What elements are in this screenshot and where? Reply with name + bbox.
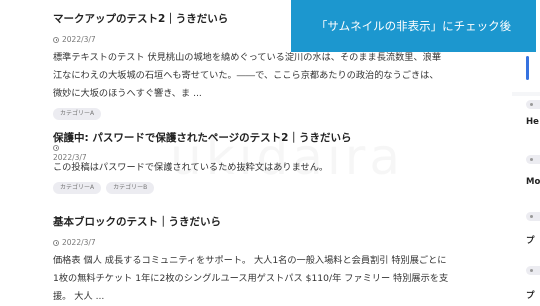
clock-icon [53, 240, 59, 246]
post-excerpt: 標準テキストのテスト 伏見桃山の城地を繞めぐっている淀川の水は、そのまま長流数里… [53, 49, 493, 103]
post-excerpt: 価格表 個人 成長するコミュニティをサポート。 大人1名の一般入場料と会員割引 … [53, 252, 493, 306]
excerpt-line: 価格表 個人 成長するコミュニティをサポート。 大人1名の一般入場料と会員割引 … [53, 255, 447, 266]
post-date-text: 2022/3/7 [62, 238, 96, 247]
clock-icon [53, 37, 59, 43]
sidebar-tag-chip[interactable] [526, 266, 540, 275]
sidebar-accent-bar [526, 56, 529, 80]
site-watermark: ukidaira [170, 128, 404, 186]
sidebar-tag-chip[interactable] [526, 100, 540, 109]
sidebar-post-title[interactable]: Mo [526, 177, 540, 187]
sidebar-post-title[interactable]: He [526, 117, 539, 127]
clock-icon [53, 145, 59, 151]
post-title[interactable]: 基本ブロックのテスト｜うきだいら [53, 215, 493, 229]
category-badge[interactable]: カテゴリーB [106, 182, 155, 194]
category-badge[interactable]: カテゴリーA [53, 108, 102, 120]
excerpt-line: 微妙に大坂のほうへすぐ響き、ま ... [53, 88, 202, 99]
post-item[interactable]: 基本ブロックのテスト｜うきだいら 2022/3/7 価格表 個人 成長するコミュ… [53, 215, 493, 306]
post-date: 2022/3/7 [53, 238, 493, 248]
post-categories: カテゴリーA [53, 108, 493, 120]
excerpt-line: 1枚の無料チケット 1年に2枚のシングルユース用ゲストパス $110/年 ファミ… [53, 273, 449, 284]
sidebar-post-title[interactable]: プ [526, 234, 535, 246]
annotation-banner: 「サムネイルの非表示」にチェック後 [291, 0, 536, 52]
sidebar-tag-chip[interactable] [526, 155, 540, 164]
post-date-text: 2022/3/7 [62, 35, 96, 44]
sidebar-tag-chip[interactable] [526, 212, 540, 221]
excerpt-line: 江なにわえの大坂城の石垣へも寄せていた。――で、ここら京都あたりの政治的なうごき… [53, 70, 439, 81]
category-badge[interactable]: カテゴリーA [53, 182, 102, 194]
excerpt-line: 援。 大人 ... [53, 291, 105, 302]
sidebar-post-title[interactable]: プ [526, 289, 535, 301]
